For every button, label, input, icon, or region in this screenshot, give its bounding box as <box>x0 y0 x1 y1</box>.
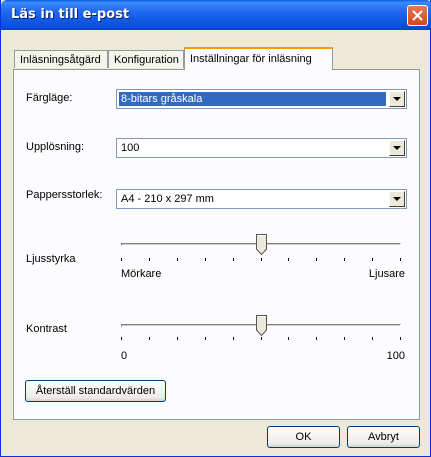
scan-settings-panel: Färgläge: 8-bitars gråskala Upplösning: … <box>13 69 420 420</box>
slider-tick <box>400 337 401 340</box>
brightness-max-label: Ljusare <box>368 268 405 280</box>
title-bar[interactable]: Läs in till e-post <box>1 0 431 30</box>
scan-to-email-dialog: Läs in till e-post Inläsningsåtgärd Konf… <box>0 0 431 457</box>
tab-scan-settings[interactable]: Inställningar för inläsning <box>184 47 333 70</box>
slider-tick <box>205 258 206 261</box>
slider-tick <box>372 258 373 261</box>
slider-tick <box>288 258 289 261</box>
slider-thumb-icon[interactable] <box>256 234 267 255</box>
slider-tick <box>121 258 122 261</box>
dropdown-arrow-icon <box>393 146 401 150</box>
slider-tick <box>205 337 206 340</box>
close-button[interactable] <box>407 5 428 26</box>
paper-size-dropdown-button[interactable] <box>389 191 405 207</box>
contrast-max-label: 100 <box>386 350 405 362</box>
contrast-ticks <box>121 337 401 340</box>
slider-thumb-icon[interactable] <box>256 315 267 336</box>
ok-button[interactable]: OK <box>267 426 340 448</box>
slider-tick <box>372 337 373 340</box>
slider-tick <box>400 258 401 261</box>
brightness-ticks <box>121 258 401 261</box>
slider-tick <box>233 337 234 340</box>
slider-tick <box>344 337 345 340</box>
resolution-value: 100 <box>121 142 140 154</box>
resolution-label: Upplösning: <box>26 141 85 153</box>
slider-tick <box>149 258 150 261</box>
slider-tick <box>149 337 150 340</box>
window-title: Läs in till e-post <box>11 7 130 22</box>
slider-tick <box>344 258 345 261</box>
contrast-slider[interactable] <box>121 313 401 340</box>
dropdown-arrow-icon <box>393 97 401 101</box>
contrast-min-label: 0 <box>121 350 128 362</box>
paper-size-value: A4 - 210 x 297 mm <box>121 193 214 205</box>
cancel-button[interactable]: Avbryt <box>347 426 420 448</box>
brightness-min-label: Mörkare <box>121 268 162 280</box>
color-mode-value: 8-bitars gråskala <box>119 92 386 106</box>
brightness-slider[interactable] <box>121 232 401 261</box>
slider-tick <box>316 337 317 340</box>
slider-tick <box>261 258 262 261</box>
paper-size-select[interactable]: A4 - 210 x 297 mm <box>116 189 407 209</box>
contrast-label: Kontrast <box>26 323 67 335</box>
slider-tick <box>261 337 262 340</box>
resolution-select[interactable]: 100 <box>116 138 407 158</box>
resolution-dropdown-button[interactable] <box>389 140 405 156</box>
reset-defaults-button[interactable]: Återställ standardvärden <box>25 380 166 402</box>
slider-tick <box>288 337 289 340</box>
color-mode-dropdown-button[interactable] <box>389 91 405 107</box>
color-mode-label: Färgläge: <box>26 92 73 104</box>
slider-tick <box>121 337 122 340</box>
tab-configuration[interactable]: Konfiguration <box>108 50 184 68</box>
slider-tick <box>316 258 317 261</box>
color-mode-select[interactable]: 8-bitars gråskala <box>116 89 407 109</box>
slider-tick <box>233 258 234 261</box>
tab-scan-action[interactable]: Inläsningsåtgärd <box>14 50 108 68</box>
slider-tick <box>177 258 178 261</box>
dropdown-arrow-icon <box>393 197 401 201</box>
paper-size-label: Pappersstorlek: <box>26 189 103 201</box>
slider-tick <box>177 337 178 340</box>
brightness-label: Ljusstyrka <box>26 253 76 265</box>
close-icon <box>412 10 423 21</box>
